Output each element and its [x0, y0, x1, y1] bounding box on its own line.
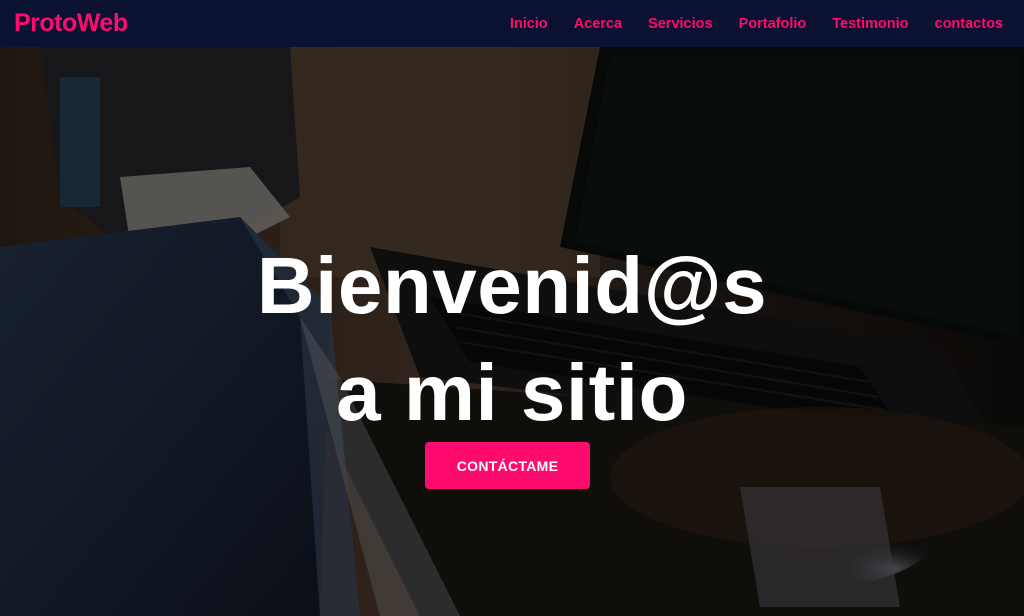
nav-link-portafolio[interactable]: Portafolio	[739, 16, 807, 32]
nav-link-contactos[interactable]: contactos	[935, 16, 1004, 32]
nav-link-acerca[interactable]: Acerca	[574, 16, 622, 32]
page: ProtoWeb Inicio Acerca Servicios Portafo…	[0, 0, 1024, 616]
nav-links: Inicio Acerca Servicios Portafolio Testi…	[510, 16, 1003, 32]
nav-link-testimonio[interactable]: Testimonio	[832, 16, 908, 32]
contact-me-button[interactable]: CONTÁCTAME	[425, 442, 590, 489]
hero-title-line-1: Bienvenid@s	[256, 241, 768, 330]
nav-link-servicios[interactable]: Servicios	[648, 16, 713, 32]
hero-section: Bienvenid@s a mi sitio CONTÁCTAME	[0, 47, 1024, 616]
hero-content: Bienvenid@s a mi sitio CONTÁCTAME	[0, 47, 1024, 616]
navbar: ProtoWeb Inicio Acerca Servicios Portafo…	[0, 0, 1024, 47]
nav-link-inicio[interactable]: Inicio	[510, 16, 548, 32]
hero-title-line-2: a mi sitio	[336, 348, 688, 437]
brand-logo[interactable]: ProtoWeb	[14, 9, 128, 38]
